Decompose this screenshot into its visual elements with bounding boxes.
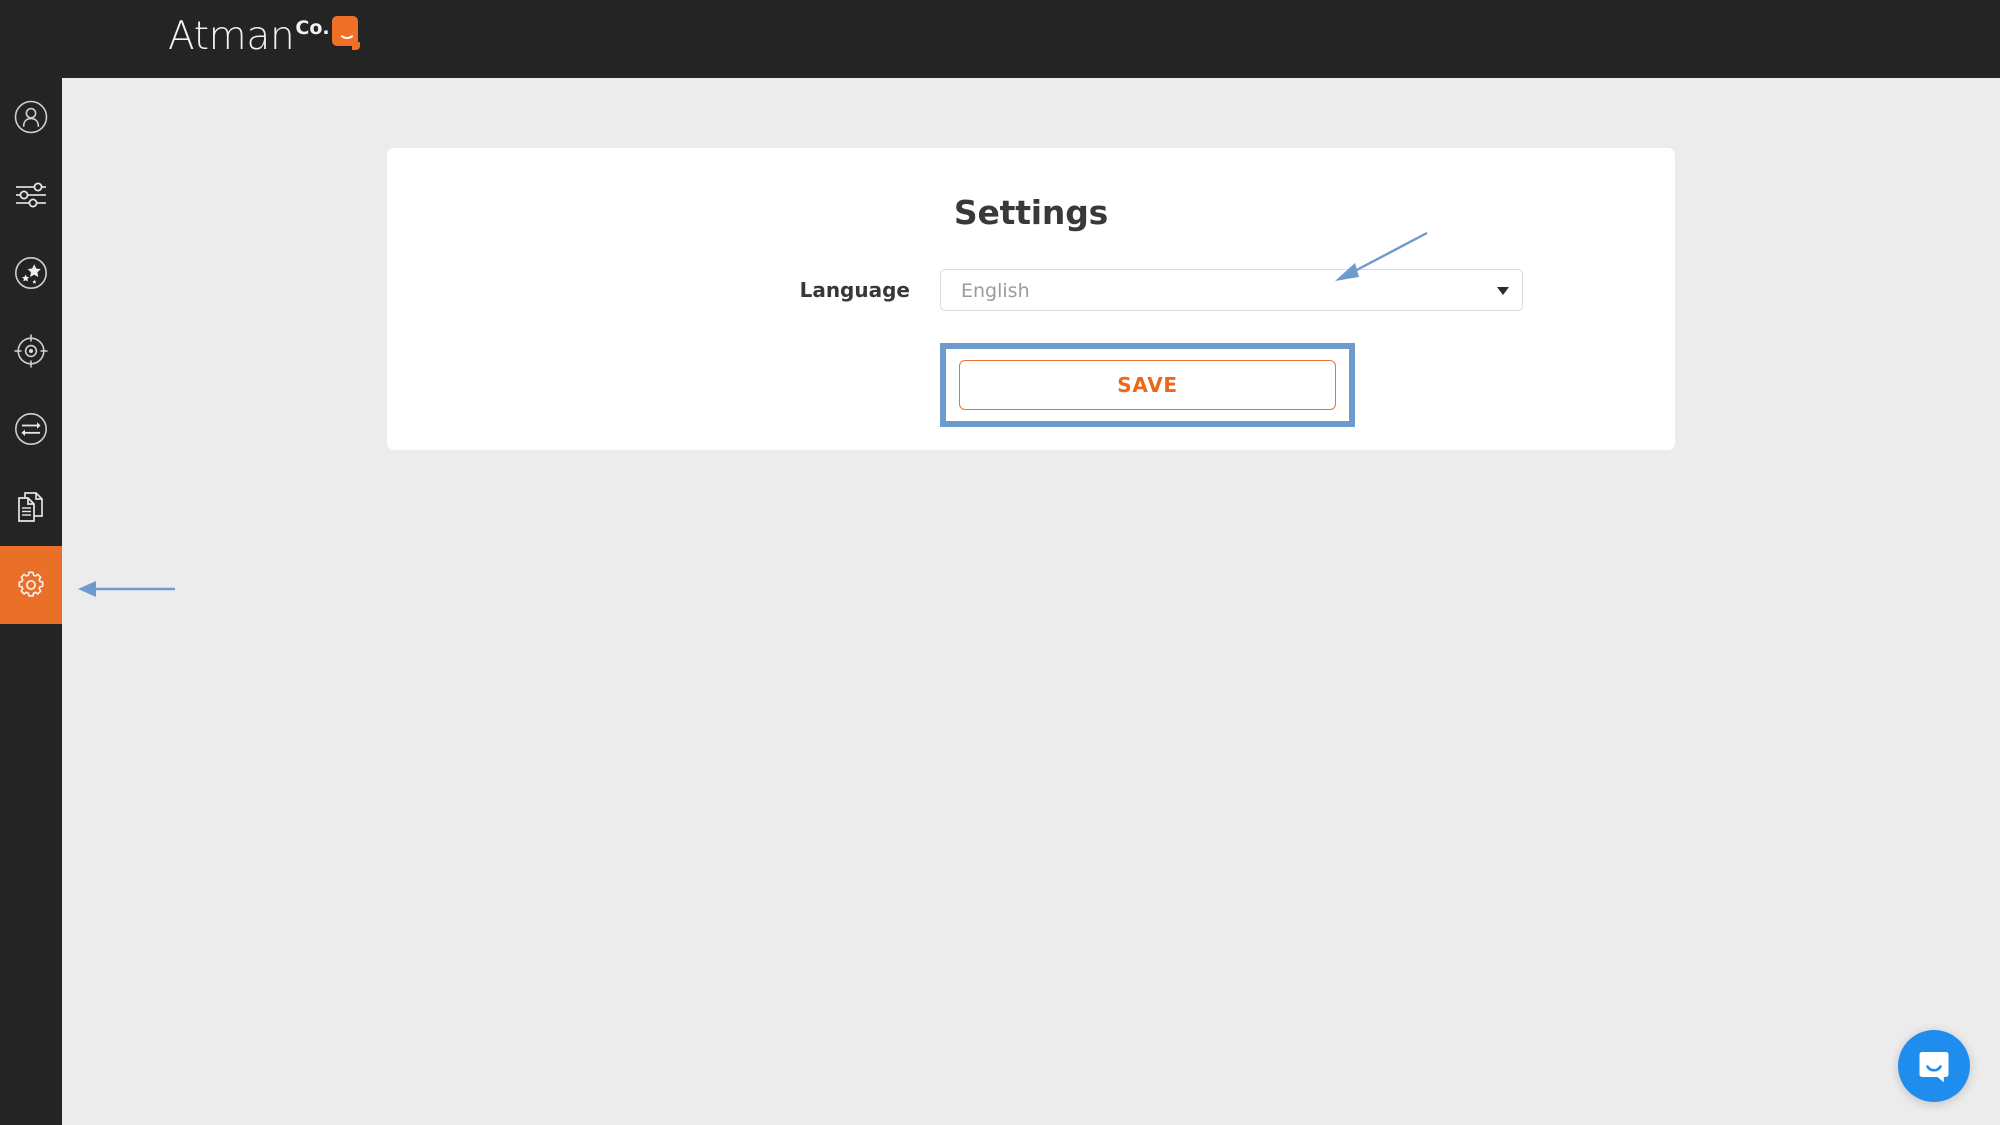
language-select-value: English (961, 280, 1030, 302)
chat-bubble-icon (1898, 1052, 1970, 1106)
sidebar-item-profile[interactable] (0, 78, 62, 156)
documents-icon (15, 490, 47, 524)
target-circle-icon (12, 332, 50, 370)
sidebar-item-talents[interactable] (0, 234, 62, 312)
left-sidebar (0, 0, 62, 1125)
logo-superscript: Co. (295, 17, 330, 39)
main-content: Settings Language English SAVE (62, 78, 2000, 1125)
gear-icon (14, 568, 48, 602)
logo-wordmark: Atman (168, 14, 295, 59)
app-logo[interactable]: Atman Co. (168, 14, 360, 64)
top-header-bar: Atman Co. (0, 0, 2000, 78)
language-label: Language (799, 278, 910, 302)
app-root: Atman Co. Settings Language English SAVE (0, 0, 2000, 1125)
stars-circle-icon (13, 255, 49, 291)
smile-badge-icon (331, 16, 360, 50)
sliders-icon (13, 180, 49, 210)
sidebar-item-settings[interactable] (0, 546, 62, 624)
settings-card: Settings Language English SAVE (387, 148, 1675, 450)
chevron-down-icon (1497, 287, 1509, 295)
page-title: Settings (953, 193, 1109, 232)
user-circle-icon (13, 99, 49, 135)
sidebar-item-filters[interactable] (0, 156, 62, 234)
sidebar-item-compare[interactable] (0, 390, 62, 468)
exchange-circle-icon (13, 411, 49, 447)
language-form-row: Language English (387, 268, 1675, 312)
intercom-chat-launcher[interactable] (1898, 1030, 1970, 1102)
save-button[interactable]: SAVE (959, 360, 1336, 410)
sidebar-item-targets[interactable] (0, 312, 62, 390)
language-select[interactable]: English (940, 269, 1523, 311)
sidebar-item-reports[interactable] (0, 468, 62, 546)
